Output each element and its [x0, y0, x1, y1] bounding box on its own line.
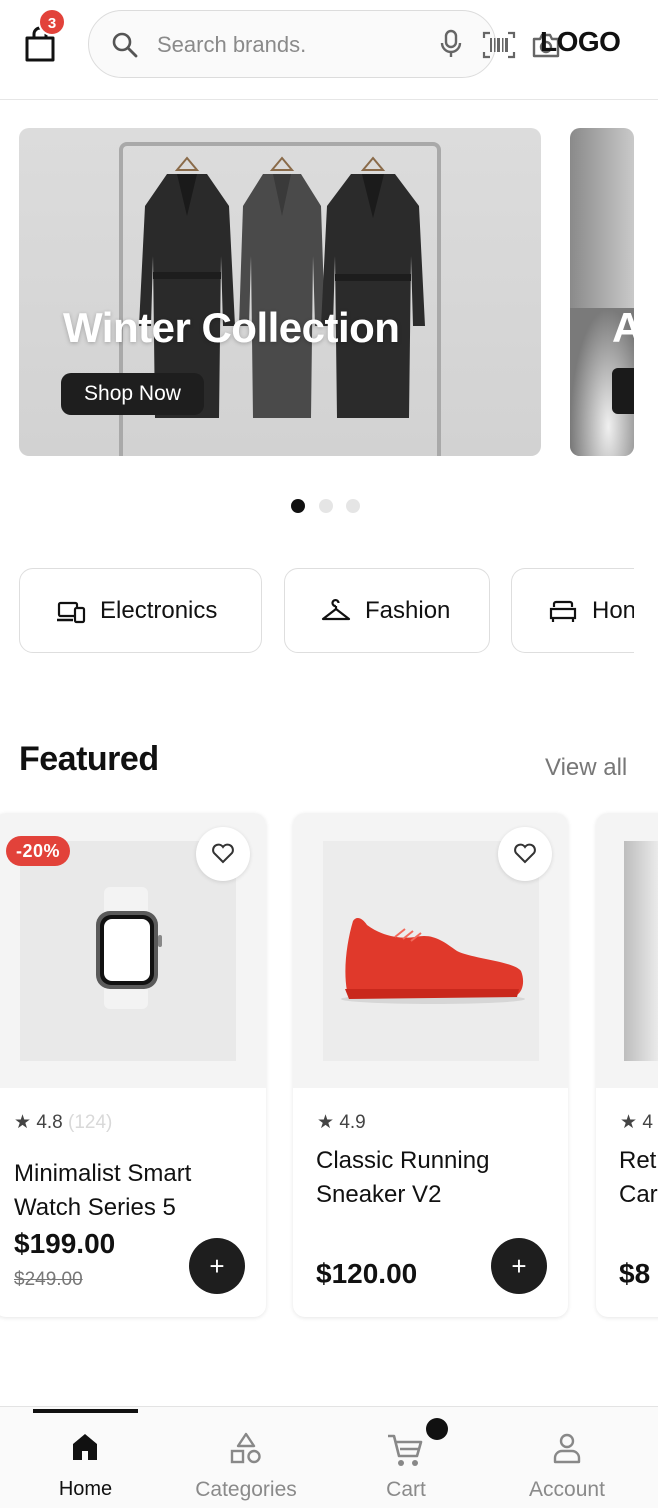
- banner-title: A: [612, 304, 634, 351]
- sofa-icon: [549, 600, 577, 622]
- product-price: $8: [619, 1258, 651, 1289]
- barcode-scan-icon[interactable]: [482, 31, 516, 59]
- search-icon: [112, 32, 138, 58]
- banner-image-detail: [612, 368, 634, 414]
- shop-now-button[interactable]: Shop Now: [61, 373, 204, 415]
- search-bar[interactable]: [88, 10, 560, 78]
- nav-label: Home: [58, 1478, 113, 1500]
- rating-value: 4.9: [339, 1112, 366, 1133]
- product-rating: ★ 4.9: [317, 1111, 366, 1134]
- category-chip-fashion[interactable]: Fashion: [284, 568, 490, 653]
- promo-banner-next[interactable]: A: [570, 128, 634, 456]
- product-card-watch[interactable]: Minimalist Smart Watch Series 5 $199.00 …: [0, 813, 266, 1317]
- product-name-line: Minimalist Smart: [14, 1160, 192, 1187]
- product-name-line: Retr: [619, 1147, 658, 1174]
- product-image: [624, 841, 658, 1061]
- category-chip-electronics[interactable]: Electronics: [19, 568, 262, 653]
- product-price: $120.00: [316, 1258, 418, 1289]
- rating-value: 4: [642, 1112, 653, 1133]
- category-label: Electronics: [100, 597, 218, 624]
- nav-account[interactable]: Account: [522, 1406, 612, 1508]
- heart-icon: [514, 843, 536, 864]
- product-rating: ★ 4: [620, 1111, 653, 1134]
- cart-notification-dot: [426, 1418, 448, 1440]
- wishlist-button[interactable]: [498, 827, 552, 881]
- banner-title: Winter Collection: [63, 304, 400, 351]
- product-name: Retr Car: [619, 1144, 658, 1212]
- nav-label: Categories: [195, 1478, 297, 1501]
- add-to-cart-button[interactable]: +: [491, 1238, 547, 1294]
- nav-categories[interactable]: Categories: [185, 1406, 307, 1508]
- nav-home[interactable]: Home: [33, 1406, 138, 1508]
- section-title: Featured: [19, 740, 159, 778]
- star-icon: ★: [317, 1112, 335, 1133]
- rating-value: 4.8: [36, 1112, 63, 1133]
- star-icon: ★: [620, 1112, 638, 1133]
- carousel-dot[interactable]: [319, 499, 333, 513]
- home-icon: [73, 1434, 97, 1460]
- add-to-cart-button[interactable]: +: [189, 1238, 245, 1294]
- logo[interactable]: LOGO: [540, 26, 621, 58]
- product-image-area: [596, 813, 658, 1088]
- product-card-partial[interactable]: ★ 4 Retr Car $8: [596, 813, 658, 1317]
- promo-banner-winter[interactable]: Winter Collection Shop Now: [19, 128, 541, 456]
- category-label: Hon: [592, 597, 634, 624]
- nav-label: Cart: [386, 1478, 426, 1501]
- nav-label: Account: [529, 1478, 605, 1501]
- coat-image: [321, 156, 425, 418]
- cart-icon: [388, 1434, 423, 1466]
- carousel-indicator: [291, 499, 371, 513]
- wishlist-button[interactable]: [196, 827, 250, 881]
- microphone-icon[interactable]: [437, 29, 465, 59]
- product-price: $199.00: [14, 1228, 116, 1259]
- category-chip-home[interactable]: Hon: [511, 568, 634, 653]
- review-count: (124): [68, 1112, 113, 1133]
- product-name-line: Classic Running: [316, 1147, 490, 1174]
- category-label: Fashion: [365, 597, 451, 624]
- shapes-icon: [230, 1432, 261, 1464]
- star-icon: ★: [14, 1112, 32, 1133]
- product-name-line: Watch Series 5: [14, 1194, 176, 1221]
- product-card-sneaker[interactable]: ★ 4.9 Classic Running Sneaker V2 $120.00…: [293, 813, 568, 1317]
- product-name: Minimalist Smart Watch Series 5: [14, 1157, 191, 1225]
- view-all-link[interactable]: View all: [545, 754, 627, 782]
- devices-icon: [57, 601, 86, 624]
- product-rating: ★ 4.8 (124): [14, 1111, 112, 1134]
- carousel-dot-active[interactable]: [291, 499, 305, 513]
- smartwatch-image: [20, 841, 236, 1061]
- heart-icon: [212, 843, 234, 864]
- product-name-line: Sneaker V2: [316, 1181, 442, 1208]
- user-icon: [553, 1433, 581, 1464]
- discount-badge: -20%: [6, 836, 71, 866]
- cart-count-badge: 3: [38, 8, 66, 36]
- hanger-icon: [321, 599, 351, 621]
- search-input[interactable]: [157, 27, 333, 63]
- product-name-line: Car: [619, 1181, 658, 1208]
- product-name: Classic Running Sneaker V2: [316, 1144, 489, 1212]
- carousel-dot[interactable]: [346, 499, 360, 513]
- coat-image: [239, 156, 325, 418]
- product-old-price: $249.00: [14, 1269, 83, 1290]
